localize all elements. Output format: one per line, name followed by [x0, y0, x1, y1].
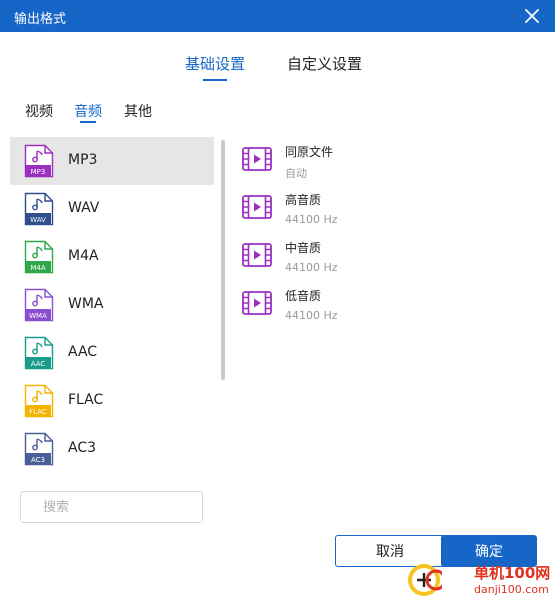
format-list-scrollbar[interactable]: [221, 140, 225, 380]
search-input[interactable]: [21, 492, 202, 522]
tab-other[interactable]: 其他: [124, 101, 152, 121]
active-tab-indicator: [203, 79, 227, 81]
category-tabs: 视频 音频 其他: [0, 101, 555, 127]
format-item-wav[interactable]: WAV WAV: [10, 185, 214, 233]
audio-file-icon: AC3: [24, 432, 54, 466]
watermark-logo-icon: [408, 564, 442, 596]
format-item-wma[interactable]: WMA WMA: [10, 281, 214, 329]
quality-detail: 44100 Hz: [285, 309, 338, 322]
quality-option[interactable]: 高音质 44100 Hz: [240, 188, 540, 236]
quality-detail: 44100 Hz: [285, 261, 338, 274]
format-label: M4A: [68, 248, 99, 264]
tab-basic-settings-label: 基础设置: [185, 55, 246, 73]
film-play-icon: [242, 195, 272, 219]
tab-other-label: 其他: [124, 104, 152, 120]
format-label: FLAC: [68, 392, 104, 408]
quality-option[interactable]: 低音质 44100 Hz: [240, 284, 540, 332]
title-bar: 输出格式: [0, 0, 555, 32]
format-label: WAV: [68, 200, 100, 216]
tab-custom-settings-label: 自定义设置: [287, 55, 363, 73]
site-watermark: 单机100网 danji100.com: [404, 560, 555, 600]
format-item-m4a[interactable]: M4A M4A: [10, 233, 214, 281]
output-format-dialog: 输出格式 基础设置 自定义设置 视频 音频 其他 MP3 MP3 WAV WAV M4A…: [0, 0, 555, 600]
quality-name: 高音质: [285, 193, 322, 207]
format-label: AC3: [68, 440, 97, 456]
quality-detail: 自动: [285, 167, 307, 180]
tab-video-label: 视频: [25, 104, 53, 120]
dialog-title: 输出格式: [14, 12, 67, 27]
cancel-button-label: 取消: [376, 544, 404, 560]
format-item-aac[interactable]: AAC AAC: [10, 329, 214, 377]
tab-custom-settings[interactable]: 自定义设置: [287, 53, 362, 74]
film-play-icon: [242, 291, 272, 315]
quality-name: 低音质: [285, 289, 322, 303]
film-play-icon: [242, 147, 272, 171]
quality-list: 同原文件自动高音质 44100 Hz 中音质 44100 Hz 低音质 44100 Hz: [240, 140, 540, 332]
format-label: MP3: [68, 152, 98, 168]
format-item-flac[interactable]: FLAC FLAC: [10, 377, 214, 425]
close-icon[interactable]: [523, 7, 541, 25]
tab-audio-label: 音频: [74, 104, 102, 120]
file-type-tag: WAV: [30, 216, 46, 224]
format-item-mp3[interactable]: MP3 MP3: [10, 137, 214, 185]
tab-basic-settings[interactable]: 基础设置: [185, 53, 246, 81]
quality-name: 中音质: [285, 241, 322, 255]
audio-file-icon: WAV: [24, 192, 54, 226]
file-type-tag: AC3: [31, 456, 45, 464]
watermark-line2: danji100.com: [474, 583, 549, 596]
file-type-tag: AAC: [31, 360, 46, 368]
format-list: MP3 MP3 WAV WAV M4A M4A WMA WMA AAC AAC FLAC FLAC AC…: [10, 137, 214, 480]
tab-video[interactable]: 视频: [25, 101, 53, 121]
ok-button-label: 确定: [475, 544, 503, 560]
film-play-icon: [242, 243, 272, 267]
watermark-line1: 单机100网: [474, 564, 551, 582]
settings-tabs: 基础设置 自定义设置: [0, 53, 555, 87]
audio-file-icon: MP3: [24, 144, 54, 178]
format-item-ac3[interactable]: AC3 AC3: [10, 425, 214, 473]
audio-file-icon: WMA: [24, 288, 54, 322]
audio-file-icon: M4A: [24, 240, 54, 274]
file-type-tag: M4A: [30, 264, 45, 272]
search-box[interactable]: [20, 491, 203, 523]
quality-name: 同原文件: [285, 145, 334, 159]
file-type-tag: FLAC: [29, 408, 47, 416]
file-type-tag: WMA: [29, 312, 47, 320]
active-subtab-indicator: [80, 121, 96, 123]
format-label: AAC: [68, 344, 98, 360]
quality-detail: 44100 Hz: [285, 213, 338, 226]
file-type-tag: MP3: [31, 168, 46, 176]
audio-file-icon: FLAC: [24, 384, 54, 418]
format-label: WMA: [68, 296, 104, 312]
tab-audio[interactable]: 音频: [74, 101, 102, 123]
audio-file-icon: AAC: [24, 336, 54, 370]
quality-option[interactable]: 中音质 44100 Hz: [240, 236, 540, 284]
quality-option[interactable]: 同原文件 自动: [240, 140, 540, 188]
